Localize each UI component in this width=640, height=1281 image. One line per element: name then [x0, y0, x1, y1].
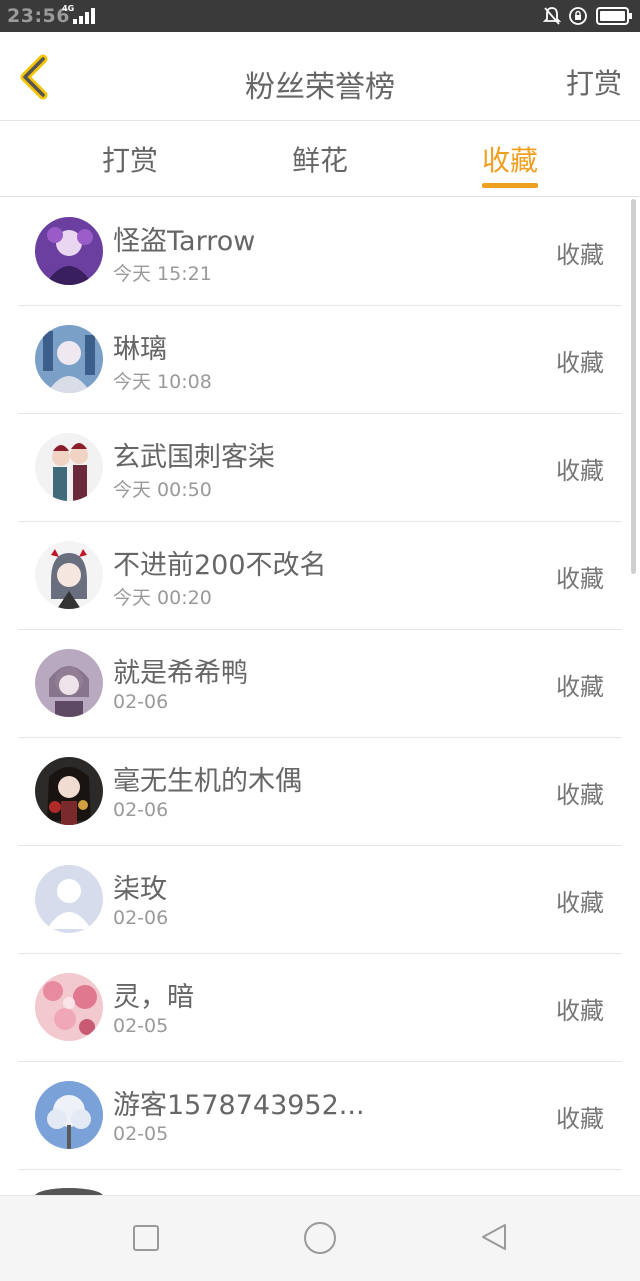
signal-icon [73, 8, 95, 24]
home-icon[interactable] [304, 1222, 336, 1254]
list-item[interactable]: 游客1578743952... 02-05 收藏 [18, 1061, 622, 1170]
app-header: 粉丝荣誉榜 打赏 [0, 32, 640, 121]
user-name: 游客1578743952... [113, 1090, 365, 1121]
reward-button[interactable]: 打赏 [566, 62, 622, 102]
tab-bar: 打赏 鲜花 收藏 [0, 121, 640, 197]
avatar[interactable] [35, 757, 103, 825]
status-time: 23:56 [7, 5, 70, 27]
action-label: 收藏 [556, 565, 604, 593]
action-label: 收藏 [556, 889, 604, 917]
timestamp: 今天 00:20 [113, 587, 212, 609]
user-name: 怪盗Tarrow [113, 226, 256, 257]
timestamp: 02-06 [113, 907, 169, 929]
avatar[interactable] [35, 217, 103, 285]
timestamp: 02-06 [113, 691, 169, 713]
avatar[interactable] [35, 973, 103, 1041]
list-item[interactable]: 灵，暗 02-05 收藏 [18, 953, 622, 1062]
avatar [35, 1188, 103, 1195]
avatar[interactable] [35, 541, 103, 609]
timestamp: 02-05 [113, 1123, 169, 1145]
user-name: 就是希希鸭 [113, 658, 248, 689]
list-item[interactable]: 怪盗Tarrow 今天 15:21 收藏 [18, 197, 622, 306]
avatar[interactable] [35, 325, 103, 393]
status-bar: 23:56 4G [0, 0, 640, 32]
battery-icon [596, 7, 632, 25]
action-label: 收藏 [556, 349, 604, 377]
action-label: 收藏 [556, 997, 604, 1025]
rotation-lock-icon [569, 7, 587, 25]
scrollbar[interactable] [631, 199, 636, 574]
list-item[interactable]: 玄武国刺客柒 今天 00:50 收藏 [18, 413, 622, 522]
action-label: 收藏 [556, 457, 604, 485]
timestamp: 今天 15:21 [113, 263, 212, 285]
mute-bell-icon [542, 7, 562, 25]
avatar[interactable] [35, 649, 103, 717]
avatar[interactable] [35, 1081, 103, 1149]
tab-flowers[interactable]: 鲜花 [260, 139, 380, 179]
list-item[interactable]: 琳璃 今天 10:08 收藏 [18, 305, 622, 414]
user-name: 琳璃 [113, 334, 167, 365]
list-item[interactable]: 柒玫 02-06 收藏 [18, 845, 622, 954]
active-tab-indicator [482, 183, 538, 188]
tab-favorites[interactable]: 收藏 [450, 139, 570, 179]
list-item[interactable]: 毫无生机的木偶 02-06 收藏 [18, 737, 622, 846]
user-name: 毫无生机的木偶 [113, 766, 302, 797]
user-name: 玄武国刺客柒 [113, 442, 275, 473]
page-title: 粉丝荣誉榜 [245, 70, 395, 105]
system-nav-bar [0, 1195, 640, 1281]
user-name: 不进前200不改名 [113, 550, 327, 581]
action-label: 收藏 [556, 673, 604, 701]
user-name: 灵，暗 [113, 982, 194, 1013]
timestamp: 02-06 [113, 799, 169, 821]
action-label: 收藏 [556, 1105, 604, 1133]
avatar[interactable] [35, 433, 103, 501]
action-label: 收藏 [556, 781, 604, 809]
action-label: 收藏 [556, 241, 604, 269]
list-item[interactable]: 就是希希鸭 02-06 收藏 [18, 629, 622, 738]
list-item[interactable]: 不进前200不改名 今天 00:20 收藏 [18, 521, 622, 630]
avatar[interactable] [35, 865, 103, 933]
user-name: 柒玫 [113, 874, 167, 905]
back-triangle-icon[interactable] [478, 1222, 510, 1252]
timestamp: 02-05 [113, 1015, 169, 1037]
timestamp: 今天 10:08 [113, 371, 212, 393]
recent-apps-icon[interactable] [133, 1225, 159, 1251]
fan-list[interactable]: 怪盗Tarrow 今天 15:21 收藏 琳璃 今天 10:08 收藏 玄武国刺… [0, 197, 640, 1195]
timestamp: 今天 00:50 [113, 479, 212, 501]
tab-reward[interactable]: 打赏 [70, 139, 190, 179]
